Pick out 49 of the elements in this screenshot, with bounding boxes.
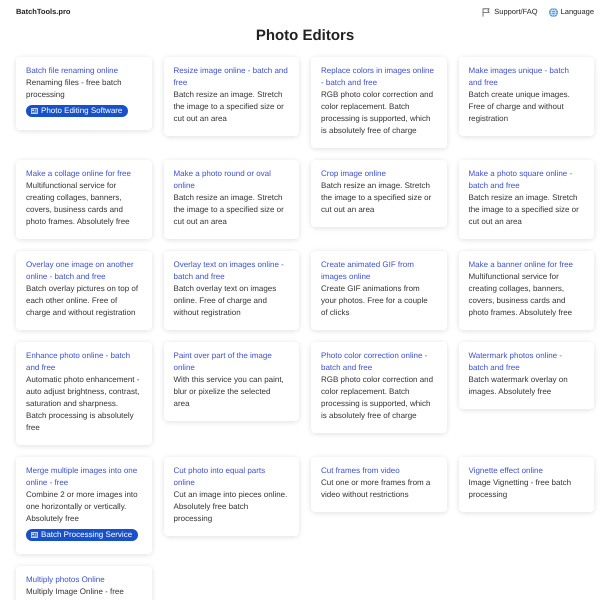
category-badge[interactable]: Batch Processing Service [26, 529, 138, 541]
card-description: Cut one or more frames from a video without restrictions [321, 477, 432, 501]
card-title-link[interactable]: Cut photo into equal parts online [174, 465, 288, 489]
card-description: RGB photo color correction and color replacement. Batch processing is supported, which is absolutely free of charge [321, 89, 434, 137]
card-title-link[interactable]: Batch file renaming online [26, 65, 141, 77]
card-title-link[interactable]: Crop image online [321, 168, 436, 180]
card-description: RGB photo color correction and color replacement. Batch processing is supported, which is absolutely free of charge [321, 374, 434, 422]
card-description: Batch resize an image. Stretch the image to a specified size or cut out an area [174, 192, 285, 228]
card-title-link[interactable]: Make a photo square online - batch and free [468, 168, 584, 192]
card-icon [31, 532, 38, 538]
card-title-link[interactable]: Merge multiple images into one online - free [26, 465, 141, 489]
card-description: Batch resize an image. Stretch the image to a specified size or cut out an area [174, 89, 285, 125]
card-title-link[interactable]: Create animated GIF from images online [321, 259, 436, 283]
flag-icon [482, 8, 492, 16]
page-title: Photo Editors [254, 27, 356, 45]
card-description: Create GIF animations from your photos. Free for a couple of clicks [321, 283, 429, 319]
card-title-link[interactable]: Multiply photos Online [26, 574, 141, 586]
card-description: Batch watermark overlay on images. Absolutely free [468, 374, 569, 398]
card-description: Batch overlay pictures on top of each other online. Free of charge and without registration [26, 283, 140, 319]
card-description: Multifunctional service for creating collages, banners, covers, business cards and photo frames. Absolutely free [468, 271, 574, 319]
card-description: Batch resize an image. Stretch the image to a specified size or cut out an area [321, 180, 432, 216]
card-title-link[interactable]: Cut frames from video [321, 465, 436, 477]
card-title-link[interactable]: Replace colors in images online - batch and free [321, 65, 436, 89]
card-description: With this service you can paint, blur or pixelize the selected area [174, 374, 285, 410]
card-description: Combine 2 or more images into one horizontally or vertically. Absolutely free [26, 489, 139, 525]
card-description: Cut an image into pieces online. Absolutely free batch processing [174, 489, 288, 525]
card-description: Batch overlay text on images online. Free of charge and without registration [174, 283, 278, 319]
card-title-link[interactable]: Make a banner online for free [468, 259, 584, 271]
card-title-link[interactable]: Make images unique - batch and free [468, 65, 584, 89]
card-description: Image Vignetting - free batch processing [468, 477, 572, 501]
card-title-link[interactable]: Make a photo round or oval online [174, 168, 288, 192]
card-description: Automatic photo enhancement - auto adjust brightness, contrast, saturation and sharpness. Batch processing is absolutely free [26, 374, 140, 434]
card-description: Batch resize an image. Stretch the image to a specified size or cut out an area [468, 192, 580, 228]
card-title-link[interactable]: Vignette effect online [468, 465, 584, 477]
card-title-link[interactable]: Photo color correction online - batch and free [321, 350, 436, 374]
card-title-link[interactable]: Enhance photo online - batch and free [26, 350, 141, 374]
card-description: Batch create unique images. Free of charge and without registration [468, 89, 571, 125]
category-badge[interactable]: Photo Editing Software [26, 105, 128, 117]
card-title-link[interactable]: Overlay one image on another online - batch and free [26, 259, 141, 283]
card-title-link[interactable]: Resize image online - batch and free [174, 65, 288, 89]
card-description: Multiply Image Online - free [26, 586, 125, 598]
card-description: Renaming files - free batch processing [26, 77, 123, 101]
card-description: Multifunctional service for creating collages, banners, covers, business cards and photo frames. Absolutely free [26, 180, 131, 228]
card-title-link[interactable]: Make a collage online for free [26, 168, 141, 180]
card-title-link[interactable]: Overlay text on images online - batch and free [174, 259, 288, 283]
card-title-link[interactable]: Watermark photos online - batch and free [468, 350, 584, 374]
card-title-link[interactable]: Paint over part of the image online [174, 350, 288, 374]
card-icon [31, 108, 38, 114]
globe-icon [548, 8, 558, 16]
